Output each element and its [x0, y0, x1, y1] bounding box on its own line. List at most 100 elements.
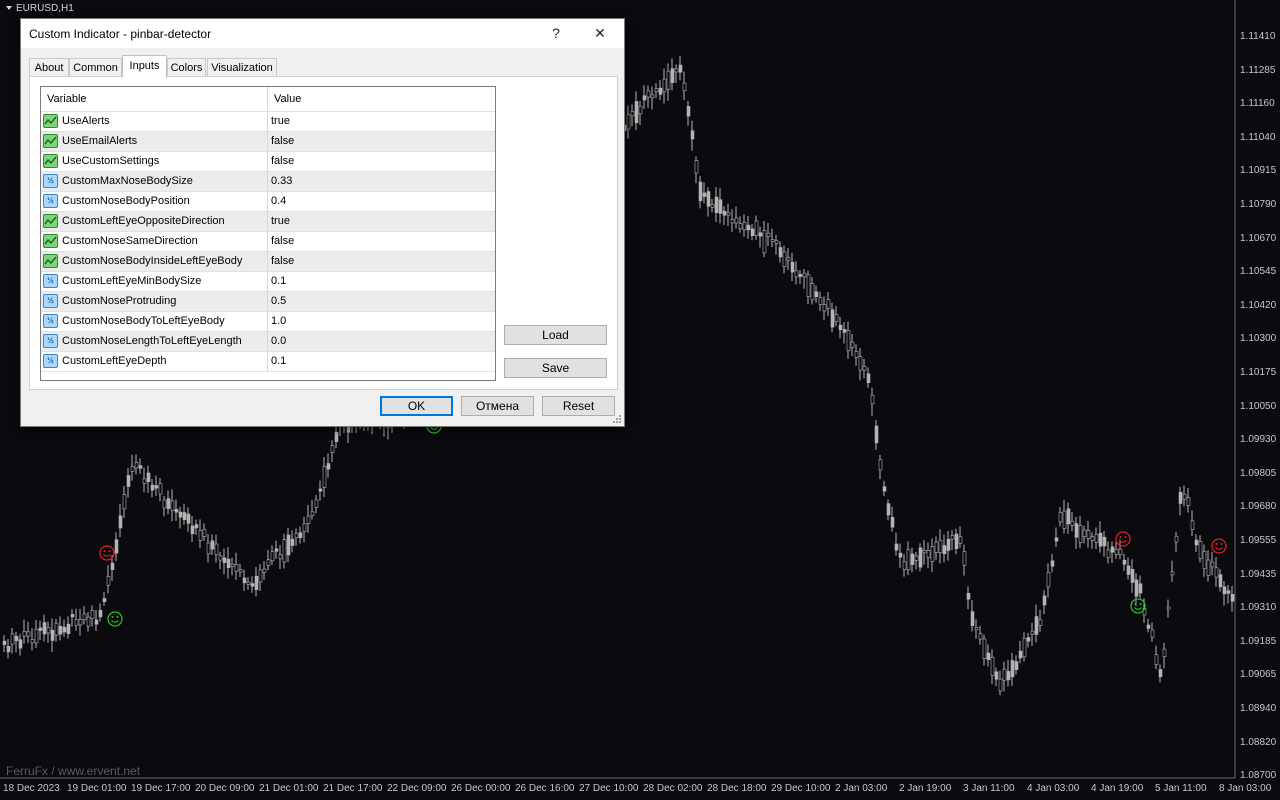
cancel-button[interactable]: Отмена [461, 396, 534, 416]
candle-body [926, 550, 931, 559]
table-row[interactable]: ½ CustomNoseBodyPosition 0.4 [41, 192, 495, 212]
candle-body [1122, 559, 1127, 565]
column-header-variable[interactable]: Variable [41, 87, 267, 111]
time-tick-label: 26 Dec 16:00 [515, 783, 575, 794]
dialog-titlebar[interactable]: Custom Indicator - pinbar-detector ? ✕ [21, 19, 624, 48]
tab-about[interactable]: About [29, 58, 69, 77]
column-header-value[interactable]: Value [268, 87, 495, 111]
candle-body [1106, 549, 1111, 558]
load-button[interactable]: Load [504, 325, 607, 345]
table-row[interactable]: UseAlerts true [41, 112, 495, 132]
help-button[interactable]: ? [534, 19, 578, 48]
candle-body [982, 638, 987, 660]
time-tick-label: 29 Dec 10:00 [771, 783, 831, 794]
candle-body [662, 78, 667, 93]
candle-body [1070, 520, 1075, 526]
variable-value[interactable]: false [267, 132, 495, 151]
table-row[interactable]: ½ CustomLeftEyeMinBodySize 0.1 [41, 272, 495, 292]
candle-body [314, 499, 319, 508]
variable-name: CustomLeftEyeOppositeDirection [62, 215, 225, 227]
variable-value[interactable]: 1.0 [267, 312, 495, 331]
candle-body [18, 639, 23, 649]
symbol-text: EURUSD,H1 [16, 3, 74, 14]
candle-body [1170, 571, 1175, 576]
time-tick-label: 18 Dec 2023 [3, 783, 60, 794]
variable-value[interactable]: true [267, 212, 495, 231]
time-tick-label: 21 Dec 17:00 [323, 783, 383, 794]
candle-body [286, 534, 291, 556]
candle-body [806, 274, 811, 297]
table-row[interactable]: ½ CustomNoseProtruding 0.5 [41, 292, 495, 312]
tab-common[interactable]: Common [69, 58, 122, 77]
table-row[interactable]: ½ CustomNoseLengthToLeftEyeLength 0.0 [41, 332, 495, 352]
price-tick-label: 1.10670 [1240, 232, 1277, 244]
table-row[interactable]: UseCustomSettings false [41, 152, 495, 172]
candle-body [854, 351, 859, 358]
variable-value[interactable]: 0.4 [267, 192, 495, 211]
candle-body [278, 554, 283, 560]
candle-body [994, 671, 999, 680]
candle-body [1110, 546, 1115, 553]
variable-value[interactable]: 0.1 [267, 352, 495, 371]
candle-body [942, 545, 947, 555]
save-button[interactable]: Save [504, 358, 607, 378]
candle-body [1202, 551, 1207, 569]
variable-value[interactable]: false [267, 152, 495, 171]
candle-body [30, 639, 35, 644]
variable-value[interactable]: false [267, 232, 495, 251]
variable-name: UseCustomSettings [62, 155, 160, 167]
variable-value[interactable]: 0.33 [267, 172, 495, 191]
variable-name: CustomNoseBodyInsideLeftEyeBody [62, 255, 243, 267]
candle-body [1082, 529, 1087, 537]
price-tick-label: 1.10545 [1240, 266, 1277, 278]
ok-button[interactable]: OK [380, 396, 453, 416]
help-icon: ? [552, 25, 560, 41]
table-row[interactable]: ½ CustomNoseBodyToLeftEyeBody 1.0 [41, 312, 495, 332]
variable-value[interactable]: 0.5 [267, 292, 495, 311]
table-row[interactable]: CustomLeftEyeOppositeDirection true [41, 212, 495, 232]
reset-button[interactable]: Reset [542, 396, 615, 416]
candle-body [122, 494, 127, 510]
price-tick-label: 1.10915 [1240, 165, 1277, 177]
table-row[interactable]: ½ CustomMaxNoseBodySize 0.33 [41, 172, 495, 192]
candle-body [814, 291, 819, 297]
table-row[interactable]: CustomNoseBodyInsideLeftEyeBody false [41, 252, 495, 272]
candle-body [1062, 510, 1067, 529]
candle-body [138, 465, 143, 469]
candle-body [42, 622, 47, 635]
variable-value[interactable]: 0.1 [267, 272, 495, 291]
candle-body [1102, 536, 1107, 547]
bool-icon [43, 154, 58, 168]
time-tick-label: 4 Jan 19:00 [1091, 783, 1144, 794]
tab-inputs[interactable]: Inputs [122, 55, 167, 78]
table-row[interactable]: UseEmailAlerts false [41, 132, 495, 152]
candle-body [642, 95, 647, 101]
tab-visualization[interactable]: Visualization [207, 58, 277, 77]
candle-body [170, 500, 175, 512]
close-icon: ✕ [594, 25, 606, 41]
bool-icon [43, 214, 58, 228]
candle-body [1086, 530, 1091, 539]
resize-grip-icon[interactable] [612, 414, 622, 424]
candle-body [1194, 539, 1199, 546]
table-row[interactable]: ½ CustomLeftEyeDepth 0.1 [41, 352, 495, 372]
variable-value[interactable]: true [267, 112, 495, 131]
tab-colors[interactable]: Colors [167, 58, 206, 77]
table-row[interactable]: CustomNoseSameDirection false [41, 232, 495, 252]
candle-body [46, 627, 51, 634]
candle-body [90, 610, 95, 620]
variable-value[interactable]: false [267, 252, 495, 271]
candle-body [714, 196, 719, 214]
close-button[interactable]: ✕ [578, 19, 622, 48]
variable-name: CustomNoseBodyPosition [62, 195, 190, 207]
candle-body [782, 251, 787, 267]
number-icon: ½ [43, 354, 58, 368]
candle-body [282, 539, 287, 563]
candle-body [742, 222, 747, 231]
symbol-label[interactable]: EURUSD,H1 [0, 0, 74, 18]
dialog-title: Custom Indicator - pinbar-detector [29, 27, 212, 41]
variable-value[interactable]: 0.0 [267, 332, 495, 351]
price-tick-label: 1.10300 [1240, 333, 1277, 345]
candle-body [1026, 637, 1031, 642]
candle-body [234, 563, 239, 572]
